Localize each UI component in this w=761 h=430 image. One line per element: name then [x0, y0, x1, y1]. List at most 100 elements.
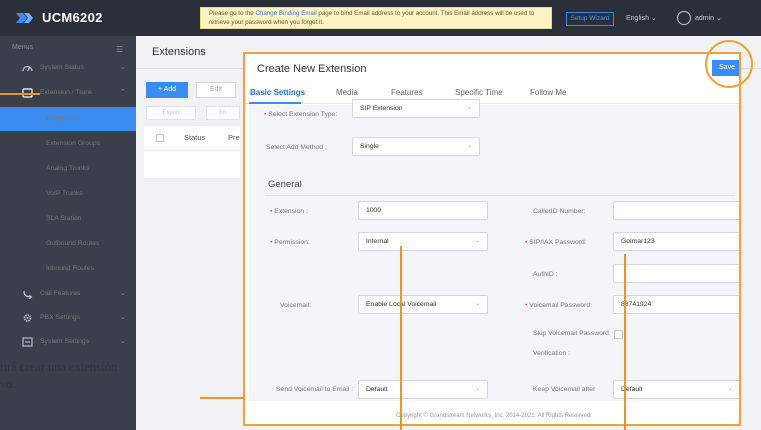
sidebar-item-system-settings[interactable]: System Settings ⌄	[0, 330, 136, 354]
chevron-down-icon: ⌄	[727, 386, 733, 392]
user-menu[interactable]: admin ⌄	[695, 14, 722, 22]
extension-type-select[interactable]: SIP Extension ⌄	[352, 99, 480, 118]
sidebar-item-pbx-settings[interactable]: PBX Settings ⌄	[0, 306, 136, 330]
keep-voicemail-after-select[interactable]: Default ⌄	[613, 380, 739, 399]
sidebar-item-label: PBX Settings	[40, 314, 81, 321]
select-all-checkbox[interactable]	[156, 134, 164, 142]
copyright-footer: Copyright © Grandstream Networks, Inc. 2…	[245, 406, 739, 424]
skip-voicemail-password-checkbox[interactable]	[614, 330, 623, 339]
voicemail-select[interactable]: Enable Local Voicemail ⌄	[358, 295, 488, 314]
callout-line	[0, 93, 40, 95]
sidebar-item-system-status[interactable]: System Status ⌄	[0, 56, 136, 80]
chevron-down-icon: ⌄	[650, 15, 657, 22]
tutorial-caption: tirá crear una extensión vo.	[0, 359, 200, 393]
tab-follow-me[interactable]: Follow Me	[530, 88, 566, 97]
grandstream-logo-icon	[16, 13, 33, 23]
chevron-down-icon: ⌄	[716, 15, 722, 22]
extension-input[interactable]: 1000	[358, 201, 488, 220]
callerid-number-label: CallerID Number:	[533, 208, 586, 215]
sidebar-subitem-label: Extensions	[46, 115, 80, 122]
chevron-down-icon: ⌄	[474, 301, 480, 307]
collapse-menu-icon[interactable]: ☰	[116, 45, 123, 54]
send-voicemail-email-label: Send Voicemail to Email :	[276, 386, 354, 393]
general-section-title: General	[268, 179, 302, 190]
send-voicemail-email-value: Default	[366, 386, 388, 393]
tab-basic-settings[interactable]: Basic Settings	[250, 88, 305, 97]
language-select[interactable]: English ⌄	[626, 14, 657, 22]
keep-voicemail-after-label: Keep Voicemail after	[533, 386, 596, 393]
export-button[interactable]: Export	[146, 106, 196, 120]
binding-email-notice: Please go to the Change Binding Email pa…	[200, 7, 552, 29]
sidebar-header: Menus	[12, 44, 34, 51]
chevron-down-icon: ⌄	[120, 338, 126, 345]
select-extension-type-label: • Select Extension Type:	[264, 111, 338, 118]
language-label: English	[626, 15, 649, 22]
sidebar-subitem-extension-groups[interactable]: Extension Groups	[0, 132, 136, 156]
authid-label: AuthID :	[533, 271, 558, 278]
chevron-down-icon: ⌄	[120, 314, 126, 321]
sidebar-subitem-label: VoIP Trunks	[46, 190, 83, 197]
app-title: UCM6202	[42, 10, 103, 25]
sidebar-subitem-outbound-routes[interactable]: Outbound Routes	[0, 232, 136, 256]
chevron-down-icon: ⌄	[466, 143, 472, 149]
extensions-table-body	[144, 150, 240, 178]
settings-panel-icon	[22, 337, 33, 347]
callerid-number-input[interactable]	[613, 201, 739, 220]
import-button[interactable]: Im	[206, 106, 240, 120]
screenshot-stage: UCM6202 Please go to the Change Binding …	[0, 0, 761, 430]
callout-line	[624, 254, 626, 430]
sidebar-subitem-inbound-routes[interactable]: Inbound Routes	[0, 257, 136, 281]
top-bar: UCM6202 Please go to the Change Binding …	[0, 0, 761, 36]
sidebar-subitem-label: Inbound Routes	[46, 265, 94, 272]
add-method-select[interactable]: Single ⌄	[352, 137, 480, 156]
sidebar-item-label: Extension / Trunk	[40, 89, 93, 96]
callout-line	[400, 246, 402, 430]
sidebar-item-label: System Settings	[40, 338, 90, 345]
sidebar-item-label: System Status	[40, 64, 84, 71]
sidebar-subitem-extensions[interactable]: Extensions	[0, 107, 136, 131]
dialog-title: Create New Extension	[257, 63, 367, 75]
voicemail-password-input[interactable]: 88741924	[613, 295, 739, 314]
sidebar-item-call-features[interactable]: Call Features ⌄	[0, 282, 136, 306]
sidebar-subitem-sla-station[interactable]: SLA Station	[0, 207, 136, 231]
skip-voicemail-password-label: Skip Voicemail Password	[533, 330, 609, 337]
column-header-presence[interactable]: Pre	[228, 126, 240, 150]
gear-icon	[23, 314, 32, 322]
notice-text-pre: Please go to the	[209, 10, 256, 17]
column-header-status[interactable]: Status	[184, 126, 205, 150]
save-highlight-circle	[705, 40, 753, 88]
sip-iax-password-input[interactable]: Golmar123	[613, 232, 739, 251]
chevron-down-icon: ⌄	[474, 238, 480, 244]
tab-media[interactable]: Media	[336, 88, 358, 97]
gauge-icon	[22, 65, 33, 72]
sidebar-subitem-analog-trunks[interactable]: Analog Trunks	[0, 157, 136, 181]
permission-value: Internal	[366, 238, 389, 245]
sidebar-subitem-label: Extension Groups	[46, 140, 101, 147]
voicemail-label: Voicemail:	[280, 302, 311, 309]
setup-wizard-button[interactable]: Setup Wizard	[566, 12, 614, 26]
page-title: Extensions	[152, 46, 206, 58]
add-extension-button[interactable]: + Add	[146, 82, 188, 98]
chevron-down-icon: ⌄	[466, 105, 472, 111]
select-add-method-label: Select Add Method :	[266, 144, 327, 151]
caption-line-2: vo.	[0, 377, 16, 391]
extensions-table-header: Status Pre	[144, 126, 240, 150]
send-voicemail-email-select[interactable]: Default ⌄	[358, 380, 488, 399]
user-avatar-icon[interactable]	[677, 11, 691, 25]
tab-features[interactable]: Features	[391, 88, 423, 97]
caption-line-1: tirá crear una extensión	[0, 360, 117, 374]
sidebar-item-label: Call Features	[40, 290, 81, 297]
call-forward-icon	[23, 290, 33, 299]
edit-button[interactable]: Edit	[196, 82, 236, 98]
sidebar-subitem-label: Analog Trunks	[46, 165, 90, 172]
authid-input[interactable]	[613, 264, 739, 283]
tab-specific-time[interactable]: Specific Time	[455, 88, 503, 97]
change-binding-email-link[interactable]: Change Binding Email	[255, 10, 316, 17]
sidebar-subitem-voip-trunks[interactable]: VoIP Trunks	[0, 182, 136, 206]
add-method-value: Single	[360, 143, 379, 150]
sidebar-subitem-label: SLA Station	[46, 215, 82, 222]
basic-settings-form: • Select Extension Type: SIP Extension ⌄…	[249, 99, 739, 401]
permission-select[interactable]: Internal ⌄	[358, 232, 488, 251]
chevron-down-icon: ⌄	[120, 290, 126, 297]
active-tab-indicator	[249, 102, 301, 104]
